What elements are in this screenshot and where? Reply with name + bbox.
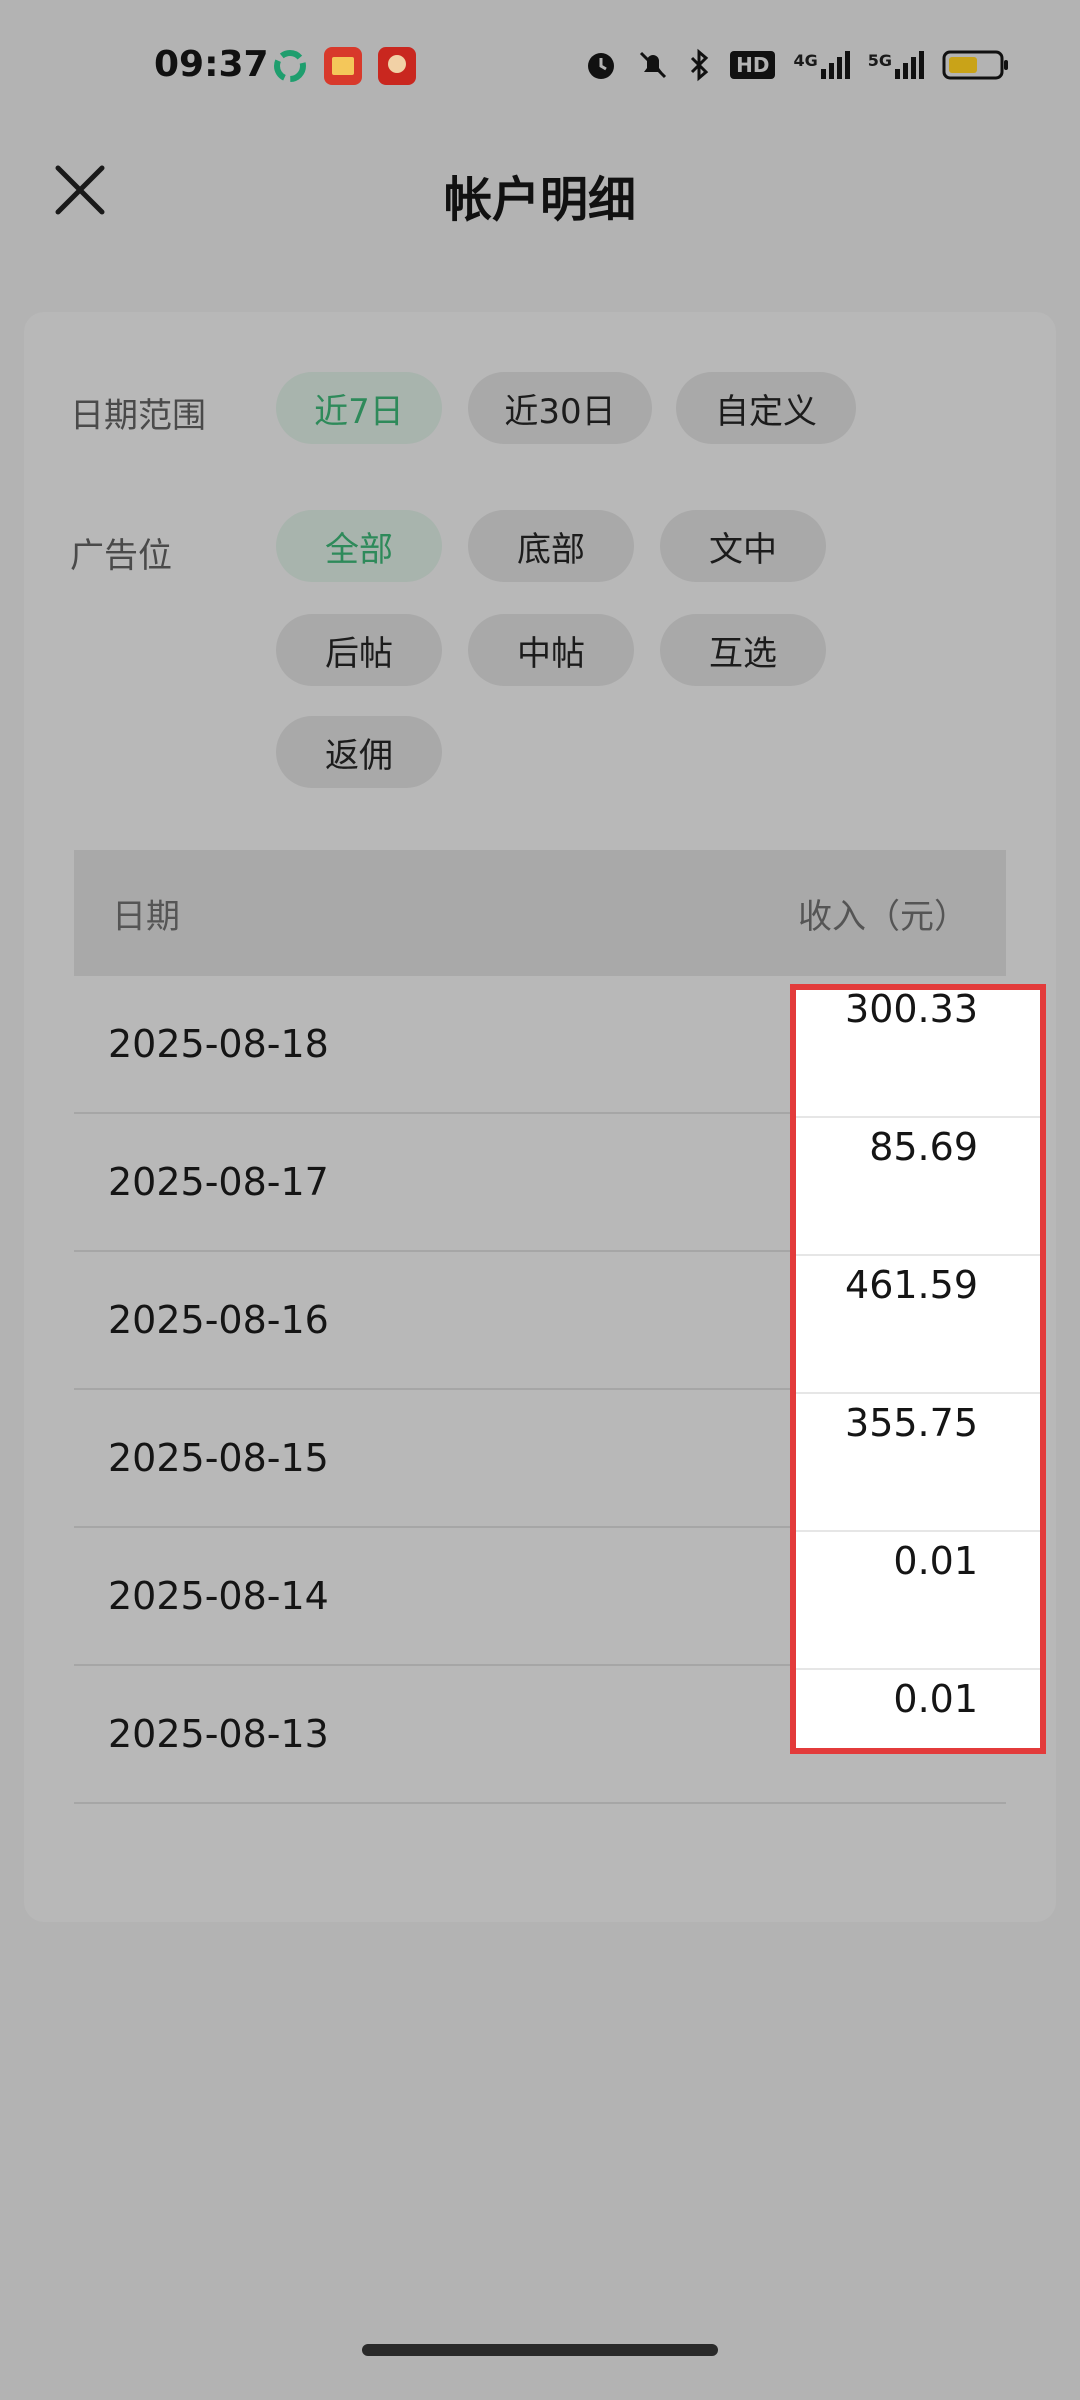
hd-icon: HD [730, 51, 776, 79]
row-date: 2025-08-15 [108, 1436, 329, 1480]
page-title: 帐户明细 [443, 172, 636, 228]
ad-option-mutual[interactable]: 互选 [660, 614, 826, 686]
row-date: 2025-08-14 [108, 1574, 329, 1618]
row-date: 2025-08-16 [108, 1298, 329, 1342]
row-date: 2025-08-13 [108, 1712, 329, 1756]
alarm-icon [588, 53, 615, 79]
highlighted-amount: 0.01 [893, 1677, 978, 1721]
ad-option-post[interactable]: 后帖 [276, 614, 442, 686]
highlighted-amount: 461.59 [845, 1263, 978, 1307]
highlighted-amount: 0.01 [893, 1539, 978, 1583]
signal-5g-icon: 5G [868, 51, 924, 79]
ad-option-rebate[interactable]: 返佣 [276, 716, 442, 788]
net-5g-label: 5G [867, 51, 892, 70]
app-icon-red [324, 47, 362, 85]
home-indicator[interactable] [362, 2344, 718, 2356]
highlighted-amount: 355.75 [845, 1401, 978, 1445]
date-option-custom[interactable]: 自定义 [676, 372, 856, 444]
highlighted-amount: 85.69 [869, 1125, 978, 1169]
header-date: 日期 [112, 896, 180, 937]
status-time: 09:37 [154, 44, 269, 85]
row-date: 2025-08-17 [108, 1160, 329, 1204]
status-bar: 09:37 HD 4G 5G [0, 0, 1080, 140]
net-4g-label: 4G [793, 51, 818, 70]
status-icons: HD 4G 5G [584, 48, 1010, 82]
highlighted-amounts: 300.33 85.69 461.59 355.75 0.01 0.01 [790, 984, 1040, 1768]
header-income: 收入（元） [798, 896, 968, 937]
date-range-label: 日期范围 [70, 396, 206, 436]
highlighted-amount: 300.33 [845, 987, 978, 1031]
ad-option-bottom[interactable]: 底部 [468, 510, 634, 582]
recycle-app-icon [274, 50, 306, 82]
signal-4g-icon: 4G [793, 51, 850, 79]
mute-icon [640, 51, 667, 79]
ad-slot-label: 广告位 [70, 536, 172, 576]
row-date: 2025-08-18 [108, 1022, 329, 1066]
ad-option-mid[interactable]: 中帖 [468, 614, 634, 686]
ad-option-all[interactable]: 全部 [276, 510, 442, 582]
date-option-7d[interactable]: 近7日 [276, 372, 442, 444]
app-icon-red-2 [378, 47, 416, 85]
date-option-30d[interactable]: 近30日 [468, 372, 652, 444]
battery-icon [942, 50, 1008, 80]
ad-option-in-text[interactable]: 文中 [660, 510, 826, 582]
bluetooth-icon [691, 48, 709, 82]
